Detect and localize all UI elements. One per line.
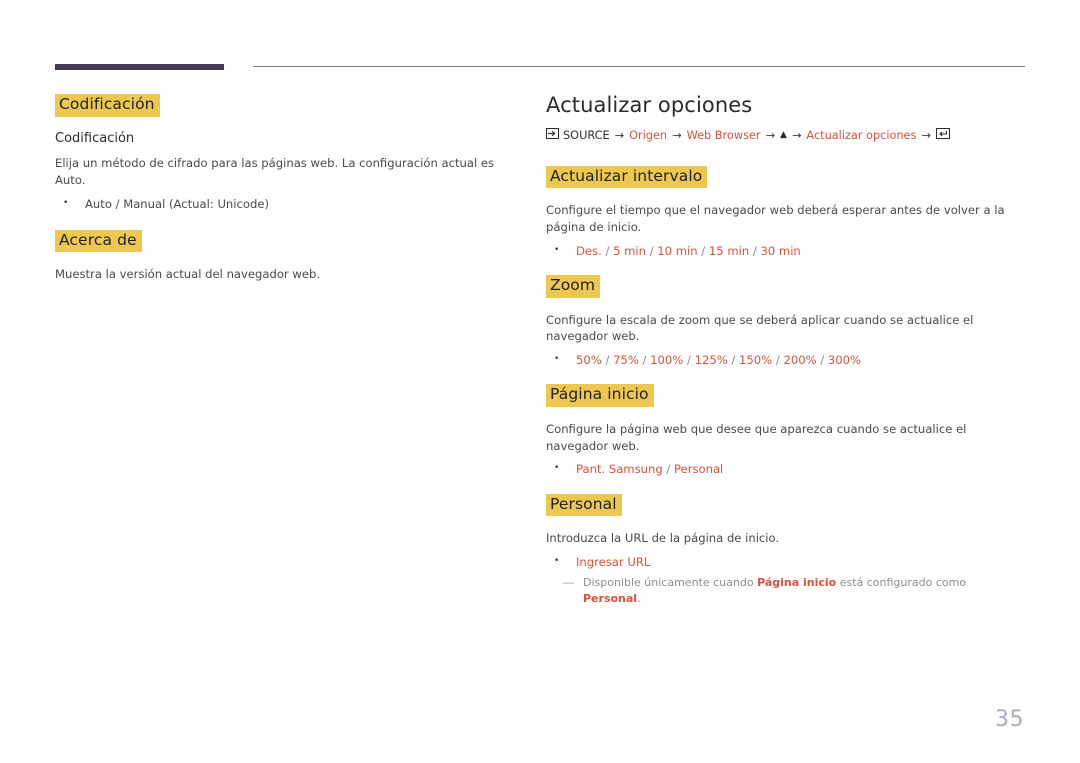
breadcrumb-item-web-browser[interactable]: Web Browser xyxy=(687,129,761,144)
heading-personal-wrap: Personal xyxy=(546,493,1026,517)
bullet-marker: • xyxy=(554,244,560,255)
breadcrumb: SOURCE → Origen → Web Browser → ▲ → Actu… xyxy=(546,128,1026,144)
bullet-pagina-inicio-options: • Pant. Samsung / Personal xyxy=(546,461,1026,477)
section-personal: Personal Introduzca la URL de la página … xyxy=(546,493,1026,606)
breadcrumb-arrow-5: → xyxy=(921,128,931,142)
heading-actualizar-intervalo: Actualizar intervalo xyxy=(546,165,708,189)
heading-acerca-de: Acerca de xyxy=(55,229,142,253)
note-dash-marker: ― xyxy=(563,576,574,590)
bullet-personal-options: • Ingresar URL xyxy=(546,554,1026,570)
bullet-marker: • xyxy=(554,463,560,474)
options-personal: Ingresar URL xyxy=(576,555,651,569)
enter-key-icon xyxy=(935,128,950,144)
right-column: Actualizar opciones SOURCE → Origen → We… xyxy=(546,93,1026,622)
heading-codificacion: Codificación xyxy=(55,94,160,117)
left-column: Codificación Codificación Elija un métod… xyxy=(55,94,495,301)
heading-pagina-inicio-wrap: Página inicio xyxy=(546,384,1026,407)
breadcrumb-source-label: SOURCE xyxy=(563,128,610,142)
heading-actualizar-intervalo-wrap: Actualizar intervalo xyxy=(546,165,1026,189)
bullet-actualizar-intervalo-options: • Des. / 5 min / 10 min / 15 min / 30 mi… xyxy=(546,243,1026,259)
page-number: 35 xyxy=(995,707,1024,732)
body-actualizar-intervalo: Configure el tiempo que el navegador web… xyxy=(546,203,1005,235)
breadcrumb-arrow-1: → xyxy=(614,128,625,142)
heading-zoom-wrap: Zoom xyxy=(546,275,1026,298)
body-codificacion: Elija un método de cifrado para las pági… xyxy=(55,156,495,187)
section-acerca-de: Acerca de Muestra la versión actual del … xyxy=(55,229,495,283)
section-zoom: Zoom Configure la escala de zoom que se … xyxy=(546,275,1026,368)
bullet-zoom-options: • 50% / 75% / 100% / 125% / 150% / 200% … xyxy=(546,352,1026,368)
heading-acerca-de-wrap: Acerca de xyxy=(55,229,495,253)
options-zoom: 50% / 75% / 100% / 125% / 150% / 200% / … xyxy=(576,353,862,368)
subheading-codificacion: Codificación xyxy=(55,130,135,146)
body-personal: Introduzca la URL de la página de inicio… xyxy=(546,531,780,546)
bullet-codificacion-options: • Auto / Manual (Actual: Unicode) xyxy=(55,196,495,212)
page-title: Actualizar opciones xyxy=(546,93,753,117)
breadcrumb-arrow-2: → xyxy=(672,128,682,142)
breadcrumb-item-actualizar-opciones[interactable]: Actualizar opciones xyxy=(806,129,916,144)
bullet-codificacion-text: Auto / Manual (Actual: Unicode) xyxy=(85,196,269,211)
options-actualizar-intervalo: Des. / 5 min / 10 min / 15 min / 30 min xyxy=(576,243,801,258)
heading-zoom: Zoom xyxy=(546,275,601,298)
source-input-icon xyxy=(546,128,559,144)
heading-codificacion-wrap: Codificación xyxy=(55,94,495,117)
heading-pagina-inicio: Página inicio xyxy=(546,384,654,407)
header-rule-thin xyxy=(253,66,1025,67)
body-acerca-de: Muestra la versión actual del navegador … xyxy=(55,267,321,282)
bullet-marker: • xyxy=(554,354,560,365)
breadcrumb-item-origen[interactable]: Origen xyxy=(629,129,667,144)
breadcrumb-arrow-4: → xyxy=(791,128,802,142)
breadcrumb-arrow-3: → xyxy=(765,128,776,142)
body-zoom: Configure la escala de zoom que se deber… xyxy=(546,312,974,344)
header-rule-thick xyxy=(55,64,224,70)
note-personal-text: Disponible únicamente cuando Página inic… xyxy=(583,576,967,605)
bullet-marker: • xyxy=(554,556,560,566)
bullet-marker: • xyxy=(63,197,69,208)
body-pagina-inicio: Configure la página web que desee que ap… xyxy=(546,421,967,453)
section-actualizar-intervalo: Actualizar intervalo Configure el tiempo… xyxy=(546,165,1026,259)
note-personal: ― Disponible únicamente cuando Página in… xyxy=(546,575,1026,606)
options-pagina-inicio: Pant. Samsung / Personal xyxy=(576,462,724,477)
section-pagina-inicio: Página inicio Configure la página web qu… xyxy=(546,384,1026,477)
section-codificacion: Codificación Codificación Elija un métod… xyxy=(55,94,495,212)
up-arrow-icon: ▲ xyxy=(780,130,787,141)
heading-personal: Personal xyxy=(546,493,622,517)
